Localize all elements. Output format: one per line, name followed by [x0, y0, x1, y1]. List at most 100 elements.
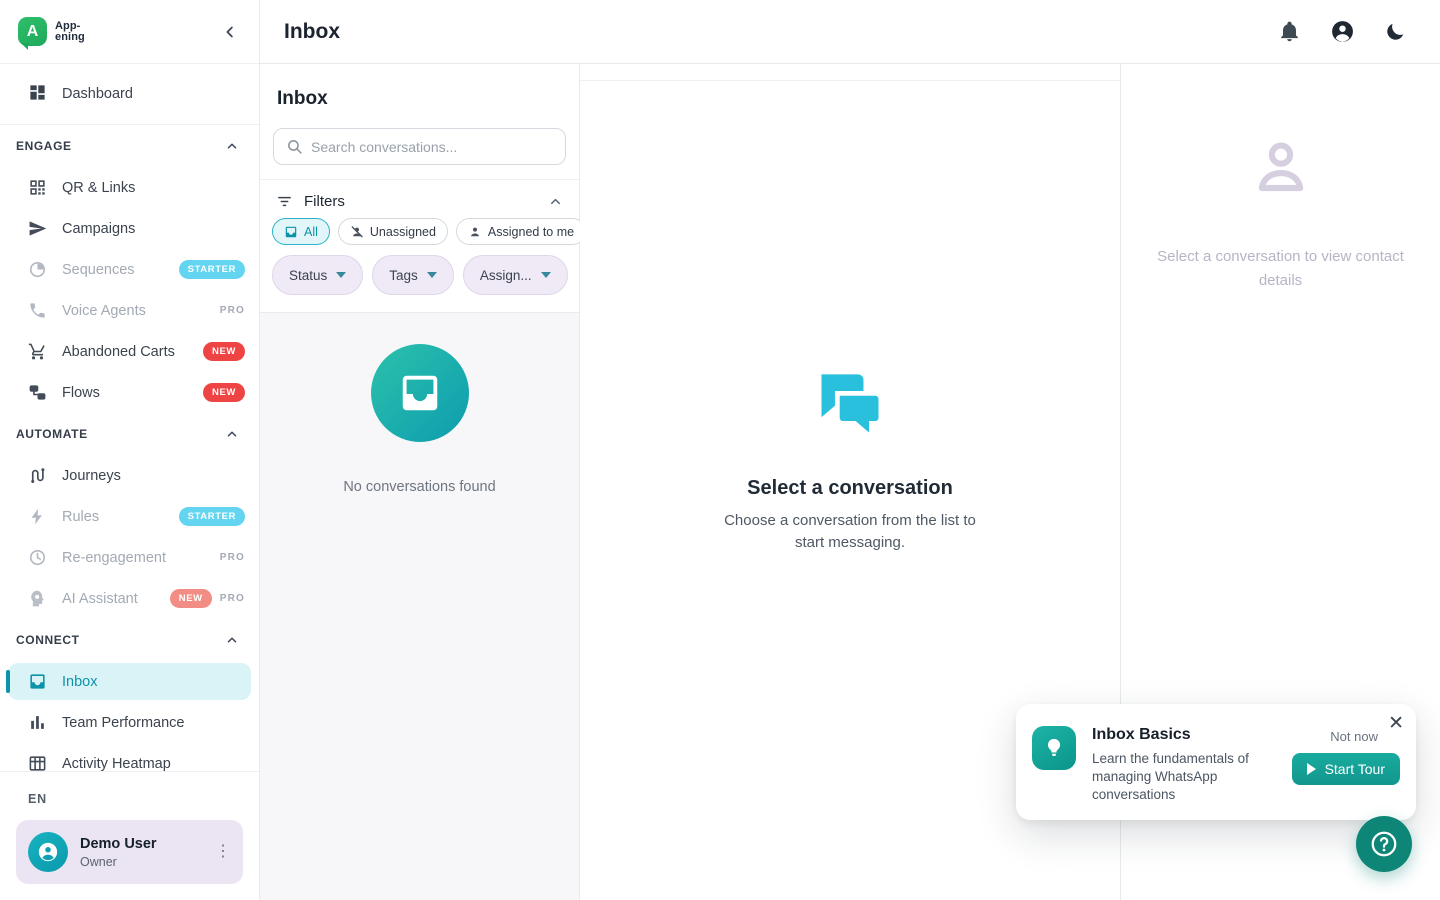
pro-label: PRO	[220, 552, 245, 563]
send-icon	[28, 219, 47, 238]
phone-icon	[28, 301, 47, 320]
caret-down-icon	[336, 272, 346, 278]
tags-dropdown[interactable]: Tags	[372, 255, 454, 295]
person-outline-icon	[1248, 136, 1314, 200]
pro-label: PRO	[220, 305, 245, 316]
user-name: Demo User	[80, 836, 157, 852]
lightning-icon	[28, 507, 47, 526]
filters-label: Filters	[304, 193, 345, 210]
pro-label: PRO	[220, 593, 245, 604]
language-selector[interactable]: EN	[16, 792, 243, 820]
sidebar-item-ai-assistant[interactable]: AI Assistant NEW PRO	[0, 578, 259, 619]
bell-icon	[1278, 20, 1301, 43]
top-header: Inbox	[260, 0, 1440, 64]
notifications-button[interactable]	[1278, 20, 1301, 43]
sidebar: A App- ening Dashboard ENGA	[0, 0, 260, 900]
assignee-dropdown[interactable]: Assign...	[463, 255, 568, 295]
flow-icon	[28, 383, 47, 402]
heatmap-grid-icon	[28, 754, 47, 771]
sidebar-item-voice-agents[interactable]: Voice Agents PRO	[0, 290, 259, 331]
sidebar-item-label: Inbox	[62, 674, 97, 690]
empty-list-text: No conversations found	[343, 479, 495, 495]
user-card[interactable]: Demo User Owner ⋮	[16, 820, 243, 884]
chevron-up-icon	[225, 633, 239, 647]
tour-popup: Inbox Basics Learn the fundamentals of m…	[1016, 704, 1416, 820]
sidebar-item-abandoned-carts[interactable]: Abandoned Carts NEW	[0, 331, 259, 372]
sidebar-item-activity-heatmap[interactable]: Activity Heatmap	[0, 743, 259, 771]
new-badge: NEW	[203, 342, 245, 361]
sidebar-item-label: Abandoned Carts	[62, 344, 175, 360]
sidebar-item-label: Rules	[62, 509, 99, 525]
question-mark-icon	[1369, 829, 1399, 859]
clock-icon	[28, 548, 47, 567]
status-dropdown[interactable]: Status	[272, 255, 363, 295]
contact-empty-text: Select a conversation to view contact de…	[1135, 245, 1427, 293]
section-header-automate[interactable]: AUTOMATE	[0, 413, 259, 455]
sidebar-item-qr-links[interactable]: QR & Links	[0, 167, 259, 208]
filter-chip-all[interactable]: All	[272, 218, 330, 245]
sidebar-collapse-button[interactable]	[217, 19, 243, 45]
not-now-button[interactable]: Not now	[1330, 729, 1378, 744]
search-input[interactable]	[273, 128, 566, 165]
sidebar-item-re-engagement[interactable]: Re-engagement PRO	[0, 537, 259, 578]
chevron-up-icon	[225, 427, 239, 441]
sequence-timer-icon	[28, 260, 47, 279]
filters-toggle[interactable]: Filters	[272, 191, 567, 218]
sidebar-item-label: AI Assistant	[62, 591, 138, 607]
sidebar-nav: Dashboard ENGAGE QR & Links Campaigns	[0, 64, 259, 771]
play-icon	[1307, 763, 1316, 775]
brand-name-line1: App-	[55, 21, 85, 32]
filters-section: Filters All	[260, 180, 579, 313]
conversation-list-panel: Inbox Filters	[260, 64, 580, 900]
new-badge: NEW	[203, 383, 245, 402]
chat-header-strip	[580, 64, 1120, 81]
person-icon	[468, 225, 482, 239]
ai-head-icon	[28, 589, 47, 608]
moon-icon	[1384, 21, 1406, 43]
brand-logo: A App- ening	[18, 17, 85, 46]
section-header-connect[interactable]: CONNECT	[0, 619, 259, 661]
section-label: CONNECT	[16, 633, 80, 647]
dashboard-icon	[28, 83, 47, 106]
user-role: Owner	[80, 855, 157, 869]
inbox-icon	[284, 225, 298, 239]
section-header-engage[interactable]: ENGAGE	[0, 125, 259, 167]
sidebar-item-campaigns[interactable]: Campaigns	[0, 208, 259, 249]
sidebar-item-dashboard[interactable]: Dashboard	[0, 64, 259, 125]
chat-empty-subtitle: Choose a conversation from the list to s…	[719, 510, 981, 553]
lightbulb-icon	[1032, 726, 1076, 770]
start-tour-button[interactable]: Start Tour	[1292, 753, 1400, 785]
person-slash-icon	[350, 225, 364, 239]
route-icon	[28, 466, 47, 485]
sidebar-item-label: Campaigns	[62, 221, 135, 237]
filter-icon	[276, 193, 293, 210]
sidebar-item-flows[interactable]: Flows NEW	[0, 372, 259, 413]
bar-chart-icon	[28, 713, 47, 732]
dark-mode-button[interactable]	[1384, 21, 1406, 43]
filter-chip-assigned-to-me[interactable]: Assigned to me	[456, 218, 586, 245]
chevron-left-icon	[221, 23, 239, 41]
close-icon[interactable]: ✕	[1388, 714, 1404, 733]
filter-chip-unassigned[interactable]: Unassigned	[338, 218, 448, 245]
tour-title: Inbox Basics	[1092, 726, 1264, 744]
sidebar-item-label: Team Performance	[62, 715, 185, 731]
user-menu-button[interactable]: ⋮	[215, 848, 231, 855]
new-badge: NEW	[170, 589, 212, 608]
sidebar-item-inbox[interactable]: Inbox	[8, 663, 251, 700]
caret-down-icon	[541, 272, 551, 278]
chevron-up-icon	[548, 194, 563, 209]
chevron-up-icon	[225, 139, 239, 153]
sidebar-item-team-performance[interactable]: Team Performance	[0, 702, 259, 743]
tour-body: Learn the fundamentals of managing Whats…	[1092, 750, 1264, 804]
sidebar-item-label: Dashboard	[62, 86, 133, 102]
cart-icon	[28, 342, 47, 361]
sidebar-item-sequences[interactable]: Sequences STARTER	[0, 249, 259, 290]
sidebar-item-journeys[interactable]: Journeys	[0, 455, 259, 496]
conversation-list-empty-state: No conversations found	[260, 313, 579, 900]
sidebar-item-label: Flows	[62, 385, 100, 401]
account-button[interactable]	[1330, 19, 1355, 44]
help-button[interactable]	[1356, 816, 1412, 872]
inbox-empty-icon	[371, 344, 469, 442]
sidebar-item-rules[interactable]: Rules STARTER	[0, 496, 259, 537]
qr-code-icon	[28, 178, 47, 197]
